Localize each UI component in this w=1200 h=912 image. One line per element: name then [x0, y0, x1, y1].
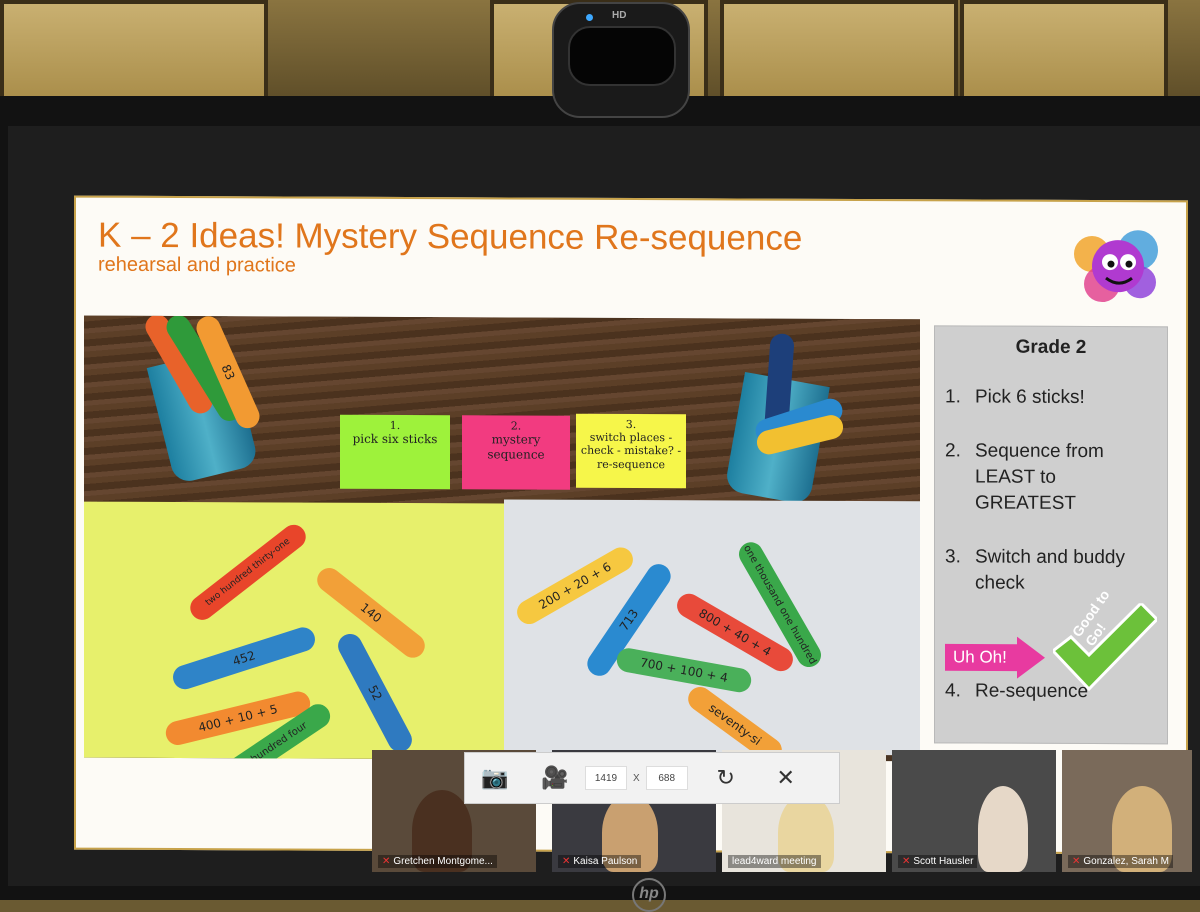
note-text: pick six sticks: [352, 431, 438, 447]
note-number: 3.: [625, 417, 637, 432]
hp-logo: hp: [632, 878, 666, 912]
step-text: Pick 6 sticks!: [975, 386, 1085, 408]
participant-name: ✕ Gretchen Montgome...: [378, 855, 497, 868]
window-pane: [0, 0, 268, 108]
participant-tile[interactable]: ✕ Scott Hausler: [892, 750, 1056, 872]
uh-oh-arrow: Uh Oh!: [945, 636, 1045, 678]
note-number: 1.: [389, 418, 401, 432]
step-text: Sequence from LEAST to GREATEST: [975, 440, 1104, 514]
activity-photo: 83 1. pick six sticks 2. mystery sequenc…: [84, 315, 920, 762]
window-pane: [960, 0, 1168, 108]
participant-name-text: Gonzalez, Sarah M: [1083, 856, 1169, 867]
step-number: 4.: [945, 680, 961, 702]
rotate-icon[interactable]: ↻: [696, 752, 756, 804]
participant-name: ✕ Kaisa Paulson: [558, 855, 642, 868]
cup-stick-label: 83: [218, 362, 238, 383]
stick-label: 452: [230, 648, 258, 669]
participant-video: [978, 786, 1028, 872]
close-icon[interactable]: ✕: [756, 752, 816, 804]
width-field[interactable]: 1419: [585, 766, 627, 790]
slide-title: K – 2 Ideas! Mystery Sequence Re-sequenc…: [98, 215, 803, 258]
step-item: 1. Pick 6 sticks!: [945, 384, 1151, 411]
muted-mic-icon: ✕: [1072, 856, 1081, 867]
grade-panel: Grade 2 1. Pick 6 sticks! 2. Sequence from…: [934, 325, 1168, 745]
step-number: 2.: [945, 440, 961, 462]
webcam: HD: [552, 2, 690, 118]
slide-subtitle: rehearsal and practice: [98, 253, 296, 277]
participant-name-text: Kaisa Paulson: [573, 856, 638, 867]
note-text: mystery sequence: [487, 432, 545, 462]
webcam-lens: [568, 26, 676, 86]
webcam-led: [586, 14, 593, 21]
step-item: 4. Re-sequence: [945, 678, 1151, 705]
participant-tile[interactable]: ✕ Gonzalez, Sarah M: [1062, 750, 1192, 872]
note-text: switch places - check - mistake? - re-se…: [580, 431, 682, 471]
participant-name: lead4ward meeting: [728, 855, 821, 868]
participant-name: ✕ Scott Hausler: [898, 855, 978, 868]
participant-name-text: Scott Hausler: [913, 856, 974, 867]
height-field[interactable]: 688: [645, 766, 688, 790]
step-item: 2. Sequence from LEAST to GREATEST: [945, 438, 1151, 517]
step-number: 1.: [945, 386, 961, 408]
participant-name-text: Gretchen Montgome...: [393, 856, 493, 867]
sticky-note-2: 2. mystery sequence: [462, 415, 570, 490]
muted-mic-icon: ✕: [902, 856, 911, 867]
camera-icon[interactable]: 📷: [465, 752, 525, 804]
participant-name: ✕ Gonzalez, Sarah M: [1068, 855, 1173, 868]
note-number: 2.: [510, 419, 522, 433]
dimension-separator: X: [633, 772, 640, 784]
step-text: Re-sequence: [975, 680, 1089, 702]
video-camera-icon[interactable]: 🎥: [525, 752, 585, 804]
capture-toolbar: 📷 🎥 1419 X 688 ↻ ✕: [464, 752, 840, 804]
sticky-note-3: 3. switch places - check - mistake? - re…: [576, 413, 686, 489]
muted-mic-icon: ✕: [382, 856, 391, 867]
window-pane: [720, 0, 958, 108]
stick-label: 52: [365, 682, 385, 703]
participant-name-text: lead4ward meeting: [732, 856, 817, 867]
character-logo-icon: [1074, 230, 1158, 303]
step-number: 3.: [945, 546, 961, 568]
sticky-note-1: 1. pick six sticks: [340, 414, 450, 490]
webcam-hd-label: HD: [612, 10, 627, 21]
panel-heading: Grade 2: [1015, 336, 1087, 358]
muted-mic-icon: ✕: [562, 856, 571, 867]
